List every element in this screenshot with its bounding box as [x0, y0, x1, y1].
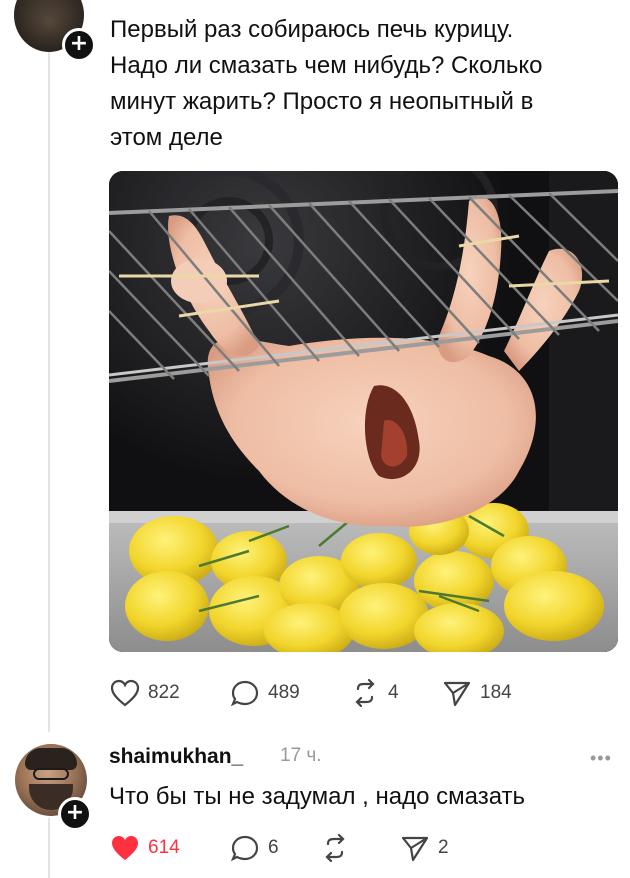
reply-share-button[interactable]: 2: [400, 834, 449, 862]
comment-count: 489: [268, 682, 300, 703]
reply-repost-button[interactable]: [320, 834, 358, 862]
reply-text: Что бы ты не задумал , надо смазать: [109, 783, 526, 810]
thread-line: [48, 52, 50, 732]
repost-icon: [355, 679, 375, 707]
send-icon: [401, 836, 429, 862]
reply-like-count: 614: [148, 837, 180, 858]
heart-filled-icon: [112, 836, 138, 860]
comment-icon: [230, 680, 259, 707]
thread-line: [48, 818, 50, 878]
comment-icon: [230, 835, 259, 862]
share-button[interactable]: 184: [442, 679, 512, 707]
comment-button[interactable]: 489: [230, 679, 300, 707]
repost-icon: [325, 834, 345, 862]
more-options-icon[interactable]: •••: [590, 748, 612, 769]
repost-count: 4: [388, 682, 399, 703]
reply-comment-button[interactable]: 6: [230, 834, 279, 862]
post-text: Первый раз собираюсь печь курицу. Надо л…: [110, 16, 543, 151]
repost-button[interactable]: 4: [350, 679, 399, 707]
share-count: 184: [480, 682, 512, 703]
send-icon: [443, 681, 471, 707]
like-count: 822: [148, 682, 180, 703]
reply-like-button[interactable]: 614: [110, 834, 180, 862]
heart-icon: [110, 679, 140, 707]
like-button[interactable]: 822: [110, 679, 180, 707]
reply-comment-count: 6: [268, 837, 279, 858]
reply-share-count: 2: [438, 837, 449, 858]
reply-time: 17 ч.: [280, 745, 322, 766]
reply-username[interactable]: shaimukhan_: [109, 745, 243, 769]
follow-plus-icon[interactable]: +: [58, 797, 92, 831]
post-image[interactable]: [109, 171, 618, 652]
follow-plus-icon[interactable]: +: [62, 28, 96, 62]
